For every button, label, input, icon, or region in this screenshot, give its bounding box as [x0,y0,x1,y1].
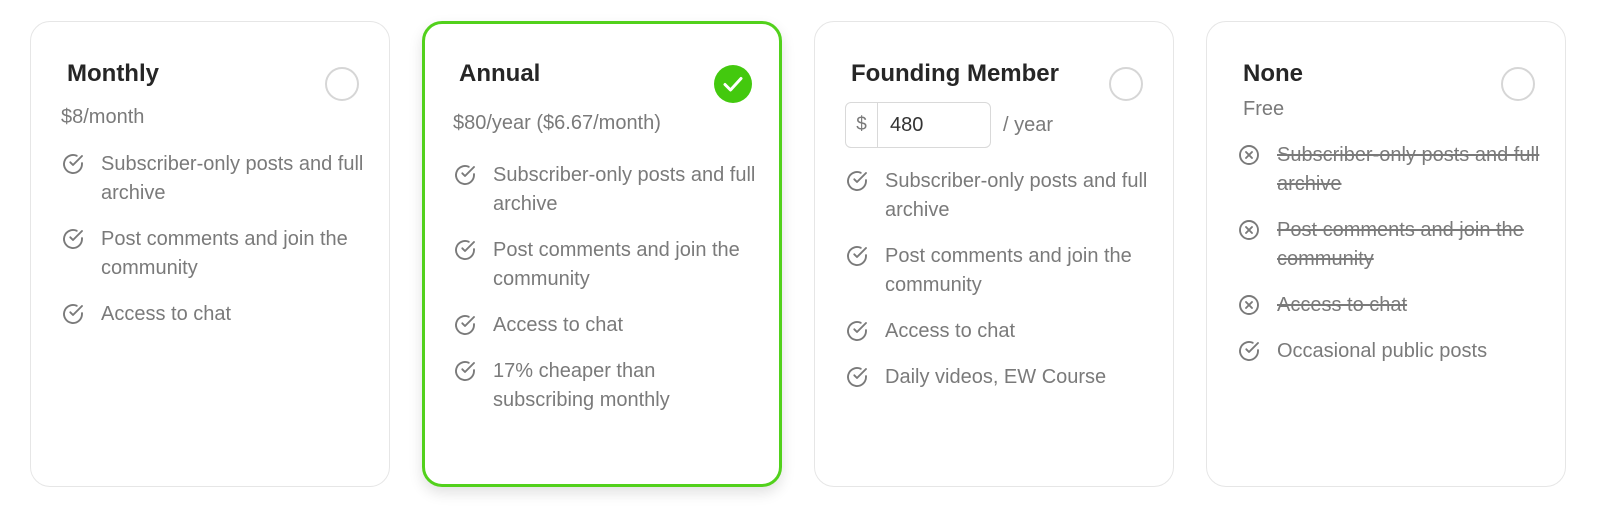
check-circle-icon [847,321,867,341]
feature-item: Occasional public posts [1237,337,1545,366]
feature-item: Subscriber-only posts and full archive [61,150,369,208]
check-circle-icon [455,315,475,335]
feature-list: Subscriber-only posts and full archive P… [61,150,369,346]
x-circle-icon [1239,295,1259,315]
feature-item: Access to chat [453,311,761,340]
plan-selector: Monthly $8/month Subscriber-only posts a… [0,0,1622,507]
feature-item: Subscriber-only posts and full archive [453,161,761,219]
plan-price: Free [1243,98,1285,120]
amount-input[interactable] [878,103,990,147]
check-circle-icon [847,367,867,387]
checkmark-icon [723,77,743,92]
check-circle-icon [455,361,475,381]
check-circle-icon [455,165,475,185]
feature-item-excluded: Access to chat [1237,291,1545,320]
feature-item-excluded: Post comments and join the community [1237,216,1545,274]
plan-price: $80/year ($6.67/month) [453,112,661,134]
feature-item: Post comments and join the community [845,242,1153,300]
plan-radio[interactable] [1109,67,1143,101]
plan-radio-selected[interactable] [714,65,752,103]
x-circle-icon [1239,220,1259,240]
plan-title: Annual [459,60,541,87]
feature-item: Daily videos, EW Course [845,363,1153,392]
plan-price: $8/month [61,106,145,128]
check-circle-icon [1239,341,1259,361]
check-circle-icon [63,154,83,174]
feature-list: Subscriber-only posts and full archive P… [845,167,1153,409]
plan-radio[interactable] [1501,67,1535,101]
plan-title: None [1243,60,1303,87]
plan-card-annual[interactable]: Annual $80/year ($6.67/month) Subscriber… [422,21,782,487]
x-circle-icon [1239,145,1259,165]
plan-card-founding-member[interactable]: Founding Member $ / year Subscriber-only… [814,21,1174,487]
feature-item: Post comments and join the community [61,225,369,283]
feature-item: Access to chat [845,317,1153,346]
plan-card-monthly[interactable]: Monthly $8/month Subscriber-only posts a… [30,21,390,487]
plan-title: Founding Member [851,60,1059,87]
check-circle-icon [847,246,867,266]
check-circle-icon [847,171,867,191]
feature-list: Subscriber-only posts and full archive P… [1237,141,1545,383]
check-circle-icon [455,240,475,260]
feature-list: Subscriber-only posts and full archive P… [453,161,761,432]
feature-item: 17% cheaper than subscribing monthly [453,357,761,415]
feature-item-excluded: Subscriber-only posts and full archive [1237,141,1545,199]
custom-price-row: $ / year [845,101,1053,149]
currency-symbol: $ [846,103,878,147]
feature-item: Post comments and join the community [453,236,761,294]
plan-title: Monthly [67,60,159,87]
price-period: / year [1003,113,1054,136]
feature-item: Subscriber-only posts and full archive [845,167,1153,225]
plan-radio[interactable] [325,67,359,101]
plan-card-none[interactable]: None Free Subscriber-only posts and full… [1206,21,1566,487]
price-input-group: $ [845,102,991,148]
feature-item: Access to chat [61,300,369,329]
check-circle-icon [63,229,83,249]
check-circle-icon [63,304,83,324]
